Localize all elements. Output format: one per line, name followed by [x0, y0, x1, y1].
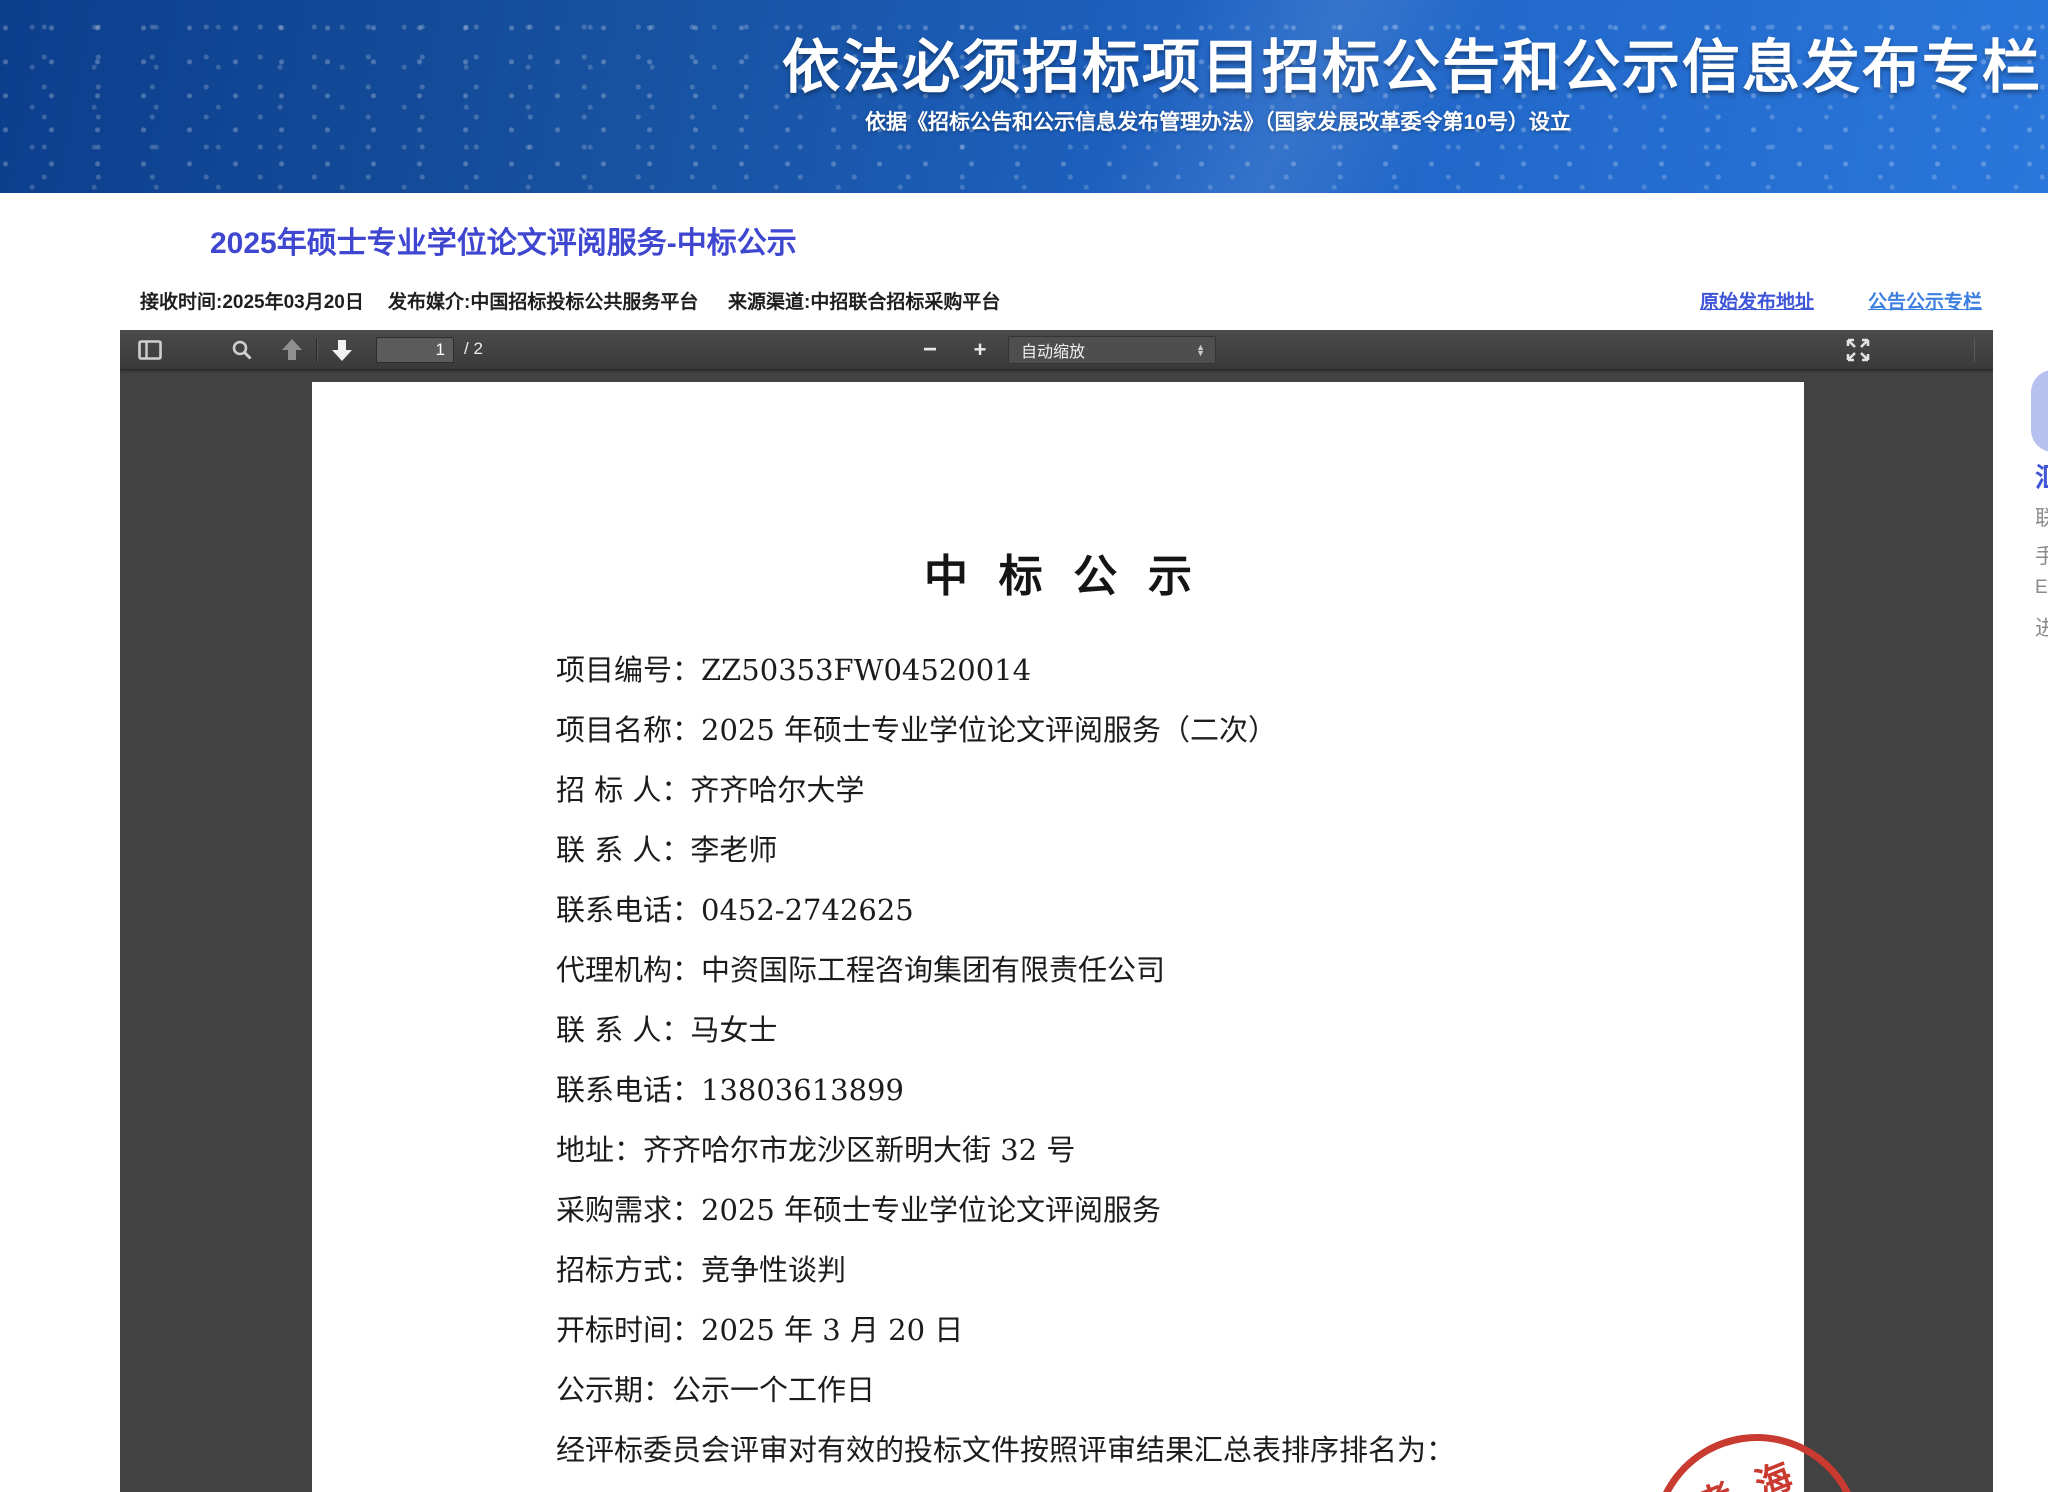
previous-page-button[interactable] — [272, 330, 312, 370]
doc-line: 联系电话：13803613899 — [556, 1060, 1706, 1120]
doc-line: 地址：齐齐哈尔市龙沙区新明大街 32 号 — [556, 1120, 1706, 1180]
toolbar-right-separator — [1974, 338, 1975, 362]
arrow-up-icon — [281, 338, 303, 362]
zoom-in-button[interactable]: + — [962, 330, 998, 370]
doc-line: 联 系 人：马女士 — [556, 1000, 1706, 1060]
rail-text-fragment: 进 — [2035, 612, 2048, 642]
rail-text-fragment: 联 — [2035, 502, 2048, 532]
sidebar-toggle-button[interactable] — [130, 330, 170, 370]
banner-title: 依法必须招标项目招标公告和公示信息发布专栏 — [782, 20, 2042, 104]
pdf-toolbar: / 2 − + 自动缩放 ▲ ▼ — [120, 330, 1993, 370]
rail-text-fragment: 汇 — [2035, 456, 2048, 495]
page-count-label: / 2 — [464, 339, 483, 359]
meta-received-time: 接收时间:2025年03月20日 — [140, 287, 364, 314]
doc-line: 开标时间：2025 年 3 月 20 日 — [556, 1300, 1706, 1360]
pdf-page: 中 标 公 示 项目编号：ZZ50353FW04520014 项目名称：2025… — [312, 382, 1804, 1492]
arrow-down-icon — [331, 338, 353, 362]
zoom-mode-select[interactable]: 自动缩放 ▲ ▼ — [1008, 336, 1216, 364]
meta-source-channel: 来源渠道:中招联合招标采购平台 — [728, 287, 1000, 314]
doc-line: 招 标 人：齐齐哈尔大学 — [556, 760, 1706, 820]
page-title: 2025年硕士专业学位论文评阅服务-中标公示 — [210, 218, 797, 262]
doc-line: 招标方式：竞争性谈判 — [556, 1240, 1706, 1300]
doc-line: 项目编号：ZZ50353FW04520014 — [556, 640, 1706, 700]
doc-line: 经评标委员会评审对有效的投标文件按照评审结果汇总表排序排名为： — [556, 1420, 1706, 1480]
toolbar-separator — [316, 338, 317, 362]
right-rail: 汇 联 手 E 进 — [1993, 330, 2048, 1492]
document-body: 项目编号：ZZ50353FW04520014 项目名称：2025 年硕士专业学位… — [556, 640, 1706, 1480]
zoom-mode-label: 自动缩放 — [1009, 338, 1196, 362]
select-caret-icon: ▲ ▼ — [1196, 344, 1215, 356]
find-button[interactable] — [224, 330, 260, 370]
seal-character: 考 — [1689, 1468, 1742, 1492]
fullscreen-icon — [1845, 337, 1871, 363]
presentation-mode-button[interactable] — [1836, 330, 1880, 370]
announcement-column-link[interactable]: 公告公示专栏 — [1868, 287, 1982, 314]
doc-line: 采购需求：2025 年硕士专业学位论文评阅服务 — [556, 1180, 1706, 1240]
doc-line: 联 系 人：李老师 — [556, 820, 1706, 880]
pdf-viewer: / 2 − + 自动缩放 ▲ ▼ — [120, 330, 1993, 1492]
rail-pill-button[interactable] — [2031, 370, 2048, 452]
banner-subtitle: 依据《招标公告和公示信息发布管理办法》（国家发展改革委令第10号）设立 — [865, 106, 1571, 136]
original-publish-link[interactable]: 原始发布地址 — [1700, 287, 1814, 314]
search-icon — [231, 339, 253, 361]
document-title: 中 标 公 示 — [312, 540, 1804, 604]
zoom-out-button[interactable]: − — [912, 330, 948, 370]
seal-character: 海 — [1746, 1447, 1799, 1492]
doc-line: 代理机构：中资国际工程咨询集团有限责任公司 — [556, 940, 1706, 1000]
site-banner: 依法必须招标项目招标公告和公示信息发布专栏 依据《招标公告和公示信息发布管理办法… — [0, 0, 2048, 193]
doc-line: 联系电话：0452-2742625 — [556, 880, 1706, 940]
next-page-button[interactable] — [322, 330, 362, 370]
doc-line: 公示期：公示一个工作日 — [556, 1360, 1706, 1420]
meta-publish-medium: 发布媒介:中国招标投标公共服务平台 — [388, 287, 698, 314]
doc-line: 项目名称：2025 年硕士专业学位论文评阅服务（二次） — [556, 700, 1706, 760]
page-number-input[interactable] — [376, 337, 454, 363]
sidebar-toggle-icon — [138, 340, 162, 360]
rail-text-fragment: E — [2035, 577, 2048, 599]
rail-text-fragment: 手 — [2035, 540, 2048, 570]
